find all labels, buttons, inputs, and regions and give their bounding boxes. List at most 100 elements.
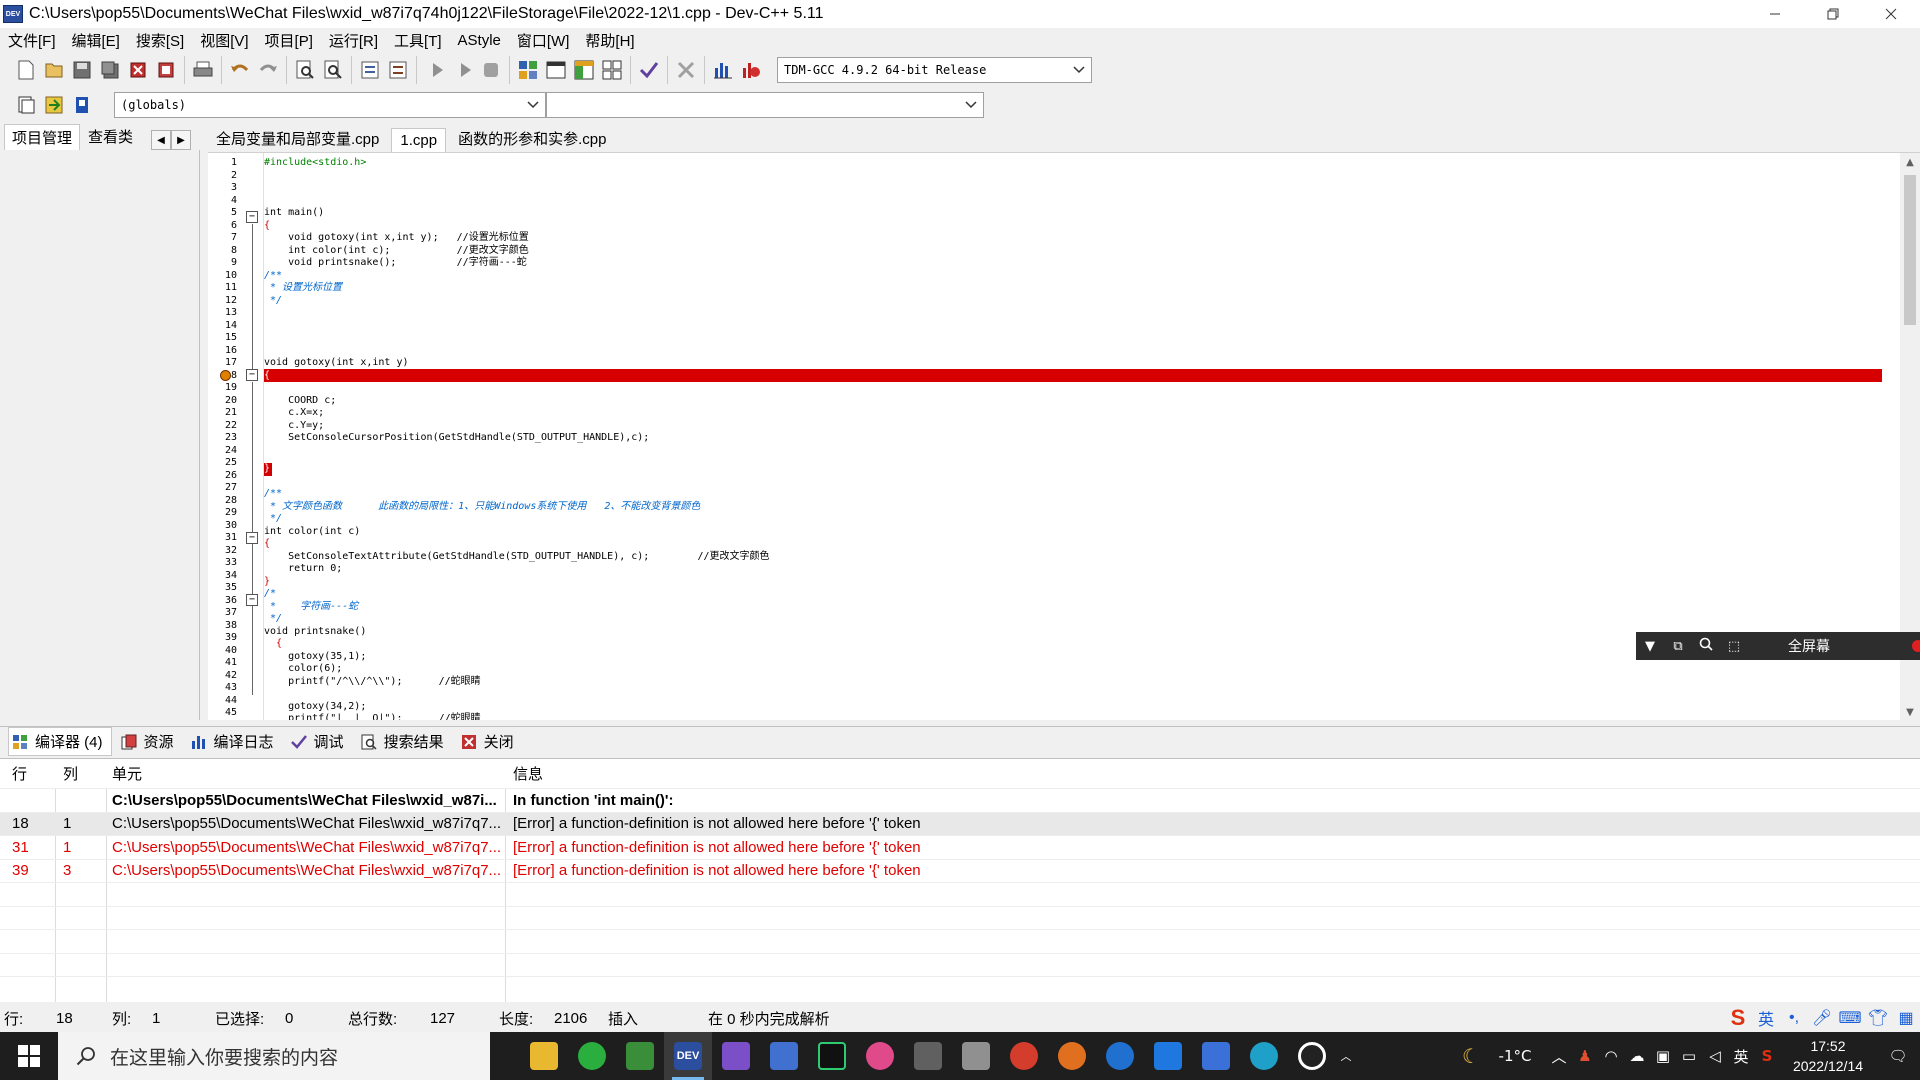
- ime-skin-icon[interactable]: 👕︎: [1864, 1008, 1892, 1028]
- menu-project[interactable]: 项目[P]: [265, 30, 320, 51]
- tray-app-icon[interactable]: ♟: [1572, 1047, 1598, 1065]
- taskbar-app-8[interactable]: [856, 1032, 904, 1080]
- close-file-icon[interactable]: [126, 58, 150, 82]
- collapse-icon[interactable]: ▼: [1636, 639, 1664, 654]
- line-number[interactable]: 19: [208, 382, 240, 395]
- ime-microphone-icon[interactable]: 🎤︎: [1808, 1008, 1836, 1028]
- goto-line-icon[interactable]: [479, 58, 503, 82]
- menu-edit[interactable]: 编辑[E]: [72, 30, 127, 51]
- line-number[interactable]: 10: [208, 270, 240, 283]
- code-line[interactable]: {: [264, 370, 1884, 383]
- delete-profile-icon[interactable]: [739, 58, 763, 82]
- code-line[interactable]: [264, 182, 1884, 195]
- menu-run[interactable]: 运行[R]: [329, 30, 385, 51]
- fullscreen-label[interactable]: 全屏幕: [1788, 636, 1830, 656]
- compiler-messages-table[interactable]: 行 列 单元 信息 C:\Users\pop55\Documents\WeCha…: [0, 758, 1920, 1002]
- line-number[interactable]: 43: [208, 682, 240, 695]
- code-line[interactable]: {: [264, 538, 1884, 551]
- line-number[interactable]: 17: [208, 357, 240, 370]
- line-number[interactable]: 37: [208, 607, 240, 620]
- line-number[interactable]: 34: [208, 570, 240, 583]
- taskbar-app-14[interactable]: [1144, 1032, 1192, 1080]
- fold-toggle-printsnake[interactable]: −: [246, 594, 258, 606]
- line-number[interactable]: 29: [208, 507, 240, 520]
- project-panel[interactable]: [0, 150, 200, 720]
- menu-search[interactable]: 搜索[S]: [136, 30, 191, 51]
- line-number[interactable]: 16: [208, 345, 240, 358]
- window-icon[interactable]: [544, 58, 568, 82]
- line-number[interactable]: 32: [208, 545, 240, 558]
- sogou-tray-icon[interactable]: S: [1754, 1047, 1780, 1065]
- profile-chart-icon[interactable]: [711, 58, 735, 82]
- line-number[interactable]: 30: [208, 520, 240, 533]
- code-line[interactable]: * 文字颜色函数 此函数的局限性：1、只能Windows系统下使用 2、不能改变…: [264, 501, 1884, 514]
- taskbar-overflow[interactable]: ︿: [1336, 1032, 1356, 1080]
- code-line[interactable]: {: [264, 220, 1884, 233]
- line-number[interactable]: 13: [208, 307, 240, 320]
- scope-select[interactable]: (globals): [114, 92, 546, 118]
- zoom-icon[interactable]: [1692, 637, 1720, 655]
- menu-file[interactable]: 文件[F]: [8, 30, 63, 51]
- weather-temperature[interactable]: -1°C: [1484, 1047, 1546, 1065]
- ime-language-toggle[interactable]: 英: [1752, 1006, 1780, 1030]
- taskbar-clock[interactable]: 17:52 2022/12/14: [1780, 1036, 1876, 1076]
- tab-close[interactable]: 关闭: [458, 728, 522, 755]
- header-line[interactable]: 行: [0, 763, 55, 784]
- code-line[interactable]: SetConsoleTextAttribute(GetStdHandle(STD…: [264, 551, 1884, 564]
- redo-icon[interactable]: [256, 58, 280, 82]
- line-number[interactable]: 4: [208, 195, 240, 208]
- line-number[interactable]: 39: [208, 632, 240, 645]
- tab-file-params[interactable]: 函数的形参和实参.cpp: [450, 125, 614, 152]
- toggle-breakpoint-icon[interactable]: [42, 93, 66, 117]
- line-number[interactable]: 8: [208, 245, 240, 258]
- line-number[interactable]: 15: [208, 332, 240, 345]
- taskbar-app-3[interactable]: [616, 1032, 664, 1080]
- code-line[interactable]: /**: [264, 488, 1884, 501]
- code-line[interactable]: * 设置光标位置: [264, 282, 1884, 295]
- line-number[interactable]: 11: [208, 282, 240, 295]
- check-syntax-icon[interactable]: [637, 58, 661, 82]
- line-number[interactable]: 40: [208, 645, 240, 658]
- line-number[interactable]: 21: [208, 407, 240, 420]
- menu-view[interactable]: 视图[V]: [200, 30, 255, 51]
- line-number[interactable]: 35: [208, 582, 240, 595]
- code-line[interactable]: int color(int c); //更改文字颜色: [264, 245, 1884, 258]
- code-line[interactable]: c.Y=y;: [264, 420, 1884, 433]
- tab-compile-log[interactable]: 编译日志: [188, 728, 282, 755]
- code-line[interactable]: [264, 170, 1884, 183]
- save-all-icon[interactable]: [98, 58, 122, 82]
- tab-resources[interactable]: 资源: [118, 728, 182, 755]
- line-number[interactable]: 45: [208, 707, 240, 720]
- table-row[interactable]: 31 1 C:\Users\pop55\Documents\WeChat Fil…: [0, 836, 1920, 860]
- menu-window[interactable]: 窗口[W]: [517, 30, 577, 51]
- code-line[interactable]: [264, 445, 1884, 458]
- undo-icon[interactable]: [228, 58, 252, 82]
- code-line[interactable]: }: [264, 576, 1884, 589]
- fold-toggle-color[interactable]: −: [246, 532, 258, 544]
- insert-icon[interactable]: [14, 93, 38, 117]
- region-select-icon[interactable]: ⬚: [1720, 639, 1748, 654]
- code-line[interactable]: printf("/^\\/^\\"); //蛇眼睛: [264, 676, 1884, 689]
- taskbar-pycharm[interactable]: [808, 1032, 856, 1080]
- table-row[interactable]: 18 1 C:\Users\pop55\Documents\WeChat Fil…: [0, 812, 1920, 836]
- find-icon[interactable]: [293, 58, 317, 82]
- code-line[interactable]: gotoxy(34,2);: [264, 701, 1884, 714]
- code-line[interactable]: int color(int c): [264, 526, 1884, 539]
- devcpp-app-icon[interactable]: DEV: [3, 5, 23, 23]
- line-number[interactable]: 14: [208, 320, 240, 333]
- code-line[interactable]: * 字符画---蛇: [264, 601, 1884, 614]
- taskbar-devcpp[interactable]: DEV: [664, 1032, 712, 1080]
- tile-icon[interactable]: [600, 58, 624, 82]
- new-project-icon[interactable]: [516, 58, 540, 82]
- error-marker-icon[interactable]: [220, 370, 231, 381]
- header-unit[interactable]: 单元: [106, 763, 505, 784]
- volume-icon[interactable]: ◁: [1702, 1047, 1728, 1065]
- code-line[interactable]: [264, 320, 1884, 333]
- code-line[interactable]: [264, 195, 1884, 208]
- line-number[interactable]: 41: [208, 657, 240, 670]
- header-col[interactable]: 列: [55, 763, 106, 784]
- open-file-icon[interactable]: [42, 58, 66, 82]
- code-line[interactable]: [264, 307, 1884, 320]
- weather-moon-icon[interactable]: ☾: [1458, 1044, 1484, 1068]
- tab-file-globals[interactable]: 全局变量和局部变量.cpp: [208, 125, 387, 152]
